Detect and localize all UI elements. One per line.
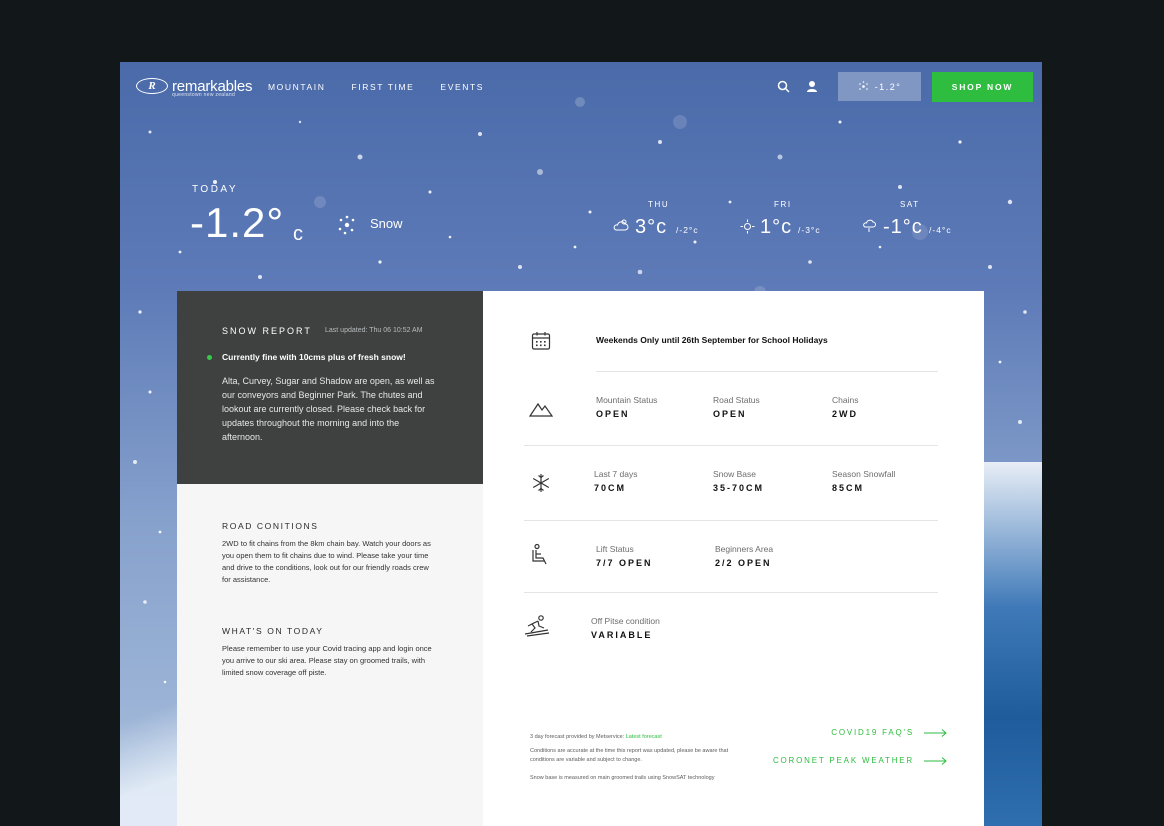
nav-links: MOUNTAIN FIRST TIME EVENTS — [268, 82, 510, 92]
lift-status-value: 7/7 OPEN — [596, 558, 653, 568]
whats-on-title: WHAT'S ON TODAY — [222, 626, 324, 636]
mountain-icon — [529, 402, 553, 417]
forecast-low: /-4°c — [929, 225, 952, 235]
accuracy-note: Conditions are accurate at the time this… — [530, 748, 729, 763]
snow-report-card: SNOW REPORT Last updated: Thu 06 10:52 A… — [177, 291, 483, 484]
mountain-status-card: Weekends Only until 26th September for S… — [483, 291, 984, 826]
coronet-peak-weather-link[interactable]: CORONET PEAK WEATHER — [773, 756, 948, 765]
search-icon[interactable] — [777, 80, 790, 93]
forecast-credit: 3 day forecast provided by Metservice: L… — [530, 733, 740, 742]
whats-on-body: Please remember to use your Covid tracin… — [222, 644, 432, 677]
snow-base-value: 35-70CM — [713, 483, 765, 493]
today-condition: Snow — [370, 216, 403, 231]
latest-forecast-link[interactable]: Latest forecast — [626, 734, 662, 740]
temperature-button-label: -1.2° — [874, 81, 902, 92]
divider — [524, 520, 938, 521]
snow-report-headline: Currently fine with 10cms plus of fresh … — [222, 352, 406, 362]
forecast-high: 3°c — [635, 216, 668, 238]
snow-report-body: Alta, Curvey, Sugar and Shadow are open,… — [222, 376, 435, 442]
lift-status-label: Lift Status — [596, 544, 634, 554]
snow-base-label: Snow Base — [713, 469, 756, 479]
snowflake-icon — [532, 474, 550, 492]
off-piste-label: Off Pitse condition — [591, 616, 660, 626]
forecast-low: /-2°c — [676, 225, 699, 235]
mountain-status-value: OPEN — [596, 409, 630, 419]
snow-icon — [338, 215, 355, 235]
brand-logo[interactable]: R remarkables queenstown new zealand — [136, 78, 253, 98]
covid-faqs-link[interactable]: COVID19 FAQ'S — [831, 728, 948, 737]
last-updated: Last updated: Thu 06 10:52 AM — [325, 327, 423, 334]
forecast-day-label: THU — [648, 200, 670, 209]
forecast-day-label: FRI — [774, 200, 792, 209]
off-piste-value: VARIABLE — [591, 630, 653, 640]
snow-base-note: Snow base is measured on main groomed tr… — [530, 775, 715, 781]
chains-label: Chains — [832, 395, 859, 405]
snow-sun-icon — [740, 219, 755, 234]
skier-icon — [524, 615, 550, 637]
forecast-credit-text: 3 day forecast provided by Metservice: — [530, 734, 626, 740]
nav-link-events[interactable]: EVENTS — [440, 82, 484, 92]
coronet-peak-weather-label: CORONET PEAK WEATHER — [772, 756, 914, 765]
divider — [596, 371, 938, 372]
beginners-area-value: 2/2 OPEN — [715, 558, 772, 568]
chains-value: 2WD — [832, 409, 858, 419]
partly-cloudy-icon — [613, 219, 629, 231]
nav-link-mountain[interactable]: MOUNTAIN — [268, 82, 326, 92]
page-frame: R remarkables queenstown new zealand MOU… — [120, 62, 1042, 826]
divider — [524, 445, 938, 446]
cloud-rain-icon — [863, 219, 876, 232]
season-snowfall-value: 85CM — [832, 483, 865, 493]
weekend-notice: Weekends Only until 26th September for S… — [596, 335, 828, 345]
shop-now-button[interactable]: SHOP NOW — [932, 72, 1033, 102]
forecast-day-label: SAT — [900, 200, 920, 209]
road-status-value: OPEN — [713, 409, 747, 419]
divider — [524, 592, 938, 593]
top-navigation: R remarkables queenstown new zealand MOU… — [120, 62, 1042, 112]
forecast-high: 1°c — [760, 216, 793, 238]
snow-report-title: SNOW REPORT — [222, 326, 312, 336]
forecast-high: -1°c — [883, 216, 923, 238]
logo-tagline: queenstown new zealand — [172, 92, 236, 98]
beginners-area-label: Beginners Area — [715, 544, 774, 554]
today-label: TODAY — [192, 184, 239, 195]
status-dot — [207, 355, 212, 360]
road-conditions-title: ROAD CONITIONS — [222, 521, 319, 531]
conditions-card: ROAD CONITIONS 2WD to fit chains from th… — [177, 484, 483, 826]
today-temperature: -1.2° — [190, 199, 285, 246]
road-conditions-body: 2WD to fit chains from the 8km chain bay… — [222, 539, 431, 584]
forecast-low: /-3°c — [798, 225, 821, 235]
today-unit: c — [293, 223, 303, 245]
season-snowfall-label: Season Snowfall — [832, 469, 896, 479]
last-7-days-value: 70CM — [594, 483, 627, 493]
mountain-status-label: Mountain Status — [596, 395, 658, 405]
user-icon[interactable] — [806, 80, 818, 93]
temperature-button[interactable]: -1.2° — [838, 72, 921, 101]
road-status-label: Road Status — [713, 395, 760, 405]
calendar-icon — [531, 332, 551, 350]
snow-icon — [858, 81, 868, 90]
logo-mark: R — [136, 78, 168, 94]
chairlift-icon — [532, 543, 547, 565]
arrow-right-icon — [924, 728, 947, 737]
last-7-days-label: Last 7 days — [594, 469, 638, 479]
covid-faqs-label: COVID19 FAQ'S — [831, 728, 914, 737]
arrow-right-icon — [924, 756, 947, 765]
nav-link-first-time[interactable]: FIRST TIME — [352, 82, 415, 92]
